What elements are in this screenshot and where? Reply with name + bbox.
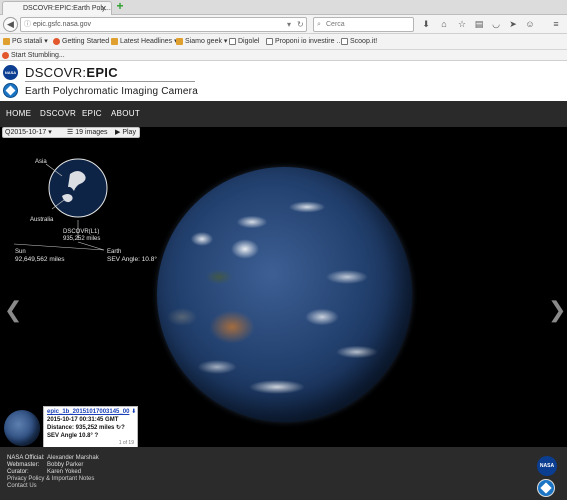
next-arrow-icon[interactable]: ❯ — [548, 299, 566, 321]
back-button[interactable]: ◀ — [3, 17, 18, 32]
thumbnail-image[interactable] — [4, 410, 40, 446]
firefox-icon — [53, 38, 60, 45]
nasa-official-label: NASA Official: — [7, 455, 45, 461]
download-icon[interactable]: ⬇ — [420, 18, 432, 30]
footer-noaa-logo[interactable] — [537, 479, 555, 497]
pocket-icon[interactable]: ◡ — [490, 18, 502, 30]
noaa-logo[interactable] — [3, 83, 18, 98]
viewer-toolbar: Q2015-10-17 ▾ ☰ 19 images ▶ Play — [2, 127, 140, 138]
home-icon[interactable]: ⌂ — [438, 18, 450, 30]
images-count[interactable]: ☰ 19 images — [67, 128, 108, 137]
bookmark-item[interactable]: Latest Headlines ▾ — [111, 37, 178, 47]
bookmark-star-icon[interactable]: ☆ — [456, 18, 468, 30]
image-info-box: epic_1b_20151017003145_00 ⬇ 2015-10-17 0… — [43, 406, 138, 447]
webmaster-name: Bobby Parker — [47, 462, 84, 468]
page-icon — [266, 38, 273, 45]
folder-icon — [111, 38, 118, 45]
label-australia: Australia — [30, 217, 54, 223]
contact-link[interactable]: Contact Us — [7, 483, 37, 489]
help-icon[interactable]: ? — [121, 425, 125, 431]
new-tab-icon[interactable]: + — [114, 0, 126, 13]
footer-nasa-logo[interactable]: NASA — [537, 456, 557, 476]
image-distance: Distance: 935,252 miles — [47, 425, 115, 431]
label-earth: Earth — [107, 249, 122, 255]
bookmark-item[interactable]: Siamo geek ▾ — [176, 37, 227, 47]
bookmark-item[interactable]: Scoop.it! — [341, 37, 377, 47]
site-header: NASA DSCOVR:EPIC Earth Polychromatic Ima… — [0, 61, 567, 101]
download-icon[interactable]: ⬇ — [131, 409, 136, 415]
nav-about[interactable]: ABOUT — [111, 101, 140, 127]
reading-list-icon[interactable]: ▤ — [473, 18, 485, 30]
page-icon — [341, 38, 348, 45]
stumbleupon-icon — [2, 52, 9, 59]
site-info-icon[interactable]: ⓘ — [24, 18, 31, 31]
folder-icon — [176, 38, 183, 45]
nav-epic[interactable]: EPIC — [82, 101, 102, 127]
chat-icon[interactable]: ☺ — [524, 18, 536, 30]
reload-icon[interactable]: ↻ — [297, 18, 304, 31]
close-tab-icon[interactable]: ✕ — [100, 2, 107, 15]
bookmark-item[interactable]: Getting Started — [53, 37, 109, 47]
browser-tab-bar: DSCOVR:EPIC:Earth Poly... ✕ + — [0, 0, 567, 15]
site-title: DSCOVR:EPIC — [25, 65, 118, 80]
dscovr-distance: 935,252 miles — [63, 236, 101, 242]
title-divider — [25, 81, 195, 82]
menu-icon[interactable]: ≡ — [550, 18, 562, 30]
browser-tab[interactable]: DSCOVR:EPIC:Earth Poly... ✕ — [2, 1, 112, 15]
webmaster-label: Webmaster: — [7, 462, 40, 468]
play-button[interactable]: ▶ Play — [115, 128, 136, 137]
nasa-official-name: Alexander Marshak — [47, 455, 99, 461]
list-icon: ☰ — [67, 129, 74, 136]
sun-earth-line — [13, 243, 105, 251]
site-footer: NASA Official: Alexander Marshak Webmaste… — [0, 447, 567, 500]
image-filename-link[interactable]: epic_1b_20151017003145_00 — [47, 409, 129, 415]
stumble-label: Start Stumbling... — [11, 52, 65, 59]
nasa-logo[interactable]: NASA — [3, 65, 18, 80]
bookmark-item[interactable]: Digolel — [229, 37, 259, 47]
curator-name: Karen Yoked — [47, 469, 82, 475]
image-counter: 1 of 19 — [118, 440, 134, 446]
mini-globe — [48, 158, 108, 218]
search-icon: ⌕ — [317, 21, 321, 28]
main-nav: HOME DSCOVR EPIC ABOUT — [0, 101, 567, 127]
help-icon[interactable]: ? — [95, 433, 99, 439]
search-placeholder: Cerca — [326, 21, 345, 28]
url-bar[interactable]: ⓘ epic.gsfc.nasa.gov ▾ ↻ — [20, 17, 307, 32]
send-icon[interactable]: ➤ — [507, 18, 519, 30]
privacy-link[interactable]: Privacy Policy & Important Notes — [7, 476, 94, 482]
image-timestamp: 2015-10-17 00:31:45 GMT — [47, 417, 119, 423]
url-text: epic.gsfc.nasa.gov — [33, 21, 91, 28]
bookmark-item[interactable]: PG statali ▾ — [3, 37, 48, 47]
bookmarks-bar: PG statali ▾ Getting Started Latest Head… — [0, 34, 567, 50]
page-icon — [229, 38, 236, 45]
stumble-bar[interactable]: Start Stumbling... — [0, 50, 567, 61]
dropdown-icon[interactable]: ▾ — [287, 18, 291, 31]
site-subtitle: Earth Polychromatic Imaging Camera — [25, 86, 198, 97]
bookmark-item[interactable]: Proponi io investire ... — [266, 37, 342, 47]
folder-icon — [3, 38, 10, 45]
prev-arrow-icon[interactable]: ❮ — [4, 299, 22, 321]
image-viewer: Q2015-10-17 ▾ ☰ 19 images ▶ Play Asia Au… — [0, 127, 567, 447]
label-dscovr: DSCOVR(L1) — [63, 229, 100, 235]
label-asia: Asia — [35, 159, 47, 165]
nav-home[interactable]: HOME — [6, 101, 31, 127]
earth-image — [157, 167, 412, 422]
curator-label: Curator: — [7, 469, 29, 475]
browser-nav-bar: ◀ ⓘ epic.gsfc.nasa.gov ▾ ↻ ⌕ Cerca ⬇ ⌂ ☆… — [0, 15, 567, 34]
search-bar[interactable]: ⌕ Cerca — [313, 17, 414, 32]
tab-title: DSCOVR:EPIC:Earth Poly... — [23, 5, 111, 12]
sev-angle-label: SEV Angle: 10.8° — [107, 256, 157, 263]
nav-dscovr[interactable]: DSCOVR — [40, 101, 76, 127]
sun-distance: 92,649,562 miles — [15, 256, 65, 263]
date-picker[interactable]: Q2015-10-17 ▾ — [5, 128, 52, 137]
label-sun: Sun — [15, 249, 26, 255]
image-sev-angle: SEV Angle 10.8° — [47, 433, 93, 439]
